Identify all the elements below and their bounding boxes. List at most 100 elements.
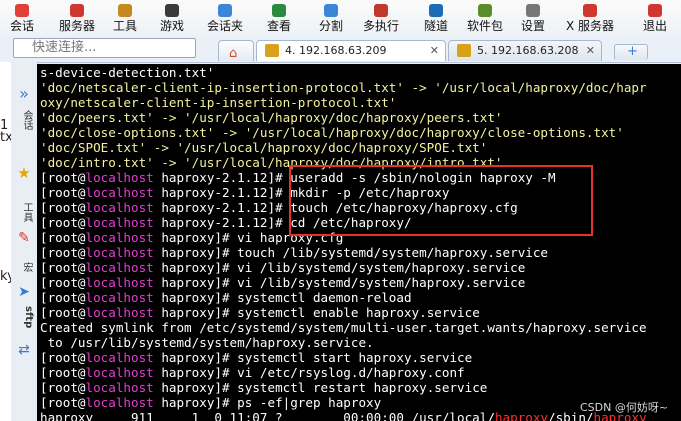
- close-icon[interactable]: ✕: [430, 41, 439, 60]
- toolbar-button-9[interactable]: 软件包: [460, 0, 510, 36]
- toolbar-button-label: 会话: [9, 19, 34, 33]
- terminal-line: [root@localhost haproxy]# vi /lib/system…: [40, 275, 525, 290]
- server-icon: [68, 2, 86, 18]
- terminal-line: 'doc/netscaler-client-ip-insertion-proto…: [40, 80, 647, 95]
- toolbar-button-label: X 服务器: [565, 19, 615, 33]
- terminal-line: Created symlink from /etc/systemd/system…: [40, 320, 647, 335]
- terminal-text-segment: [root@: [40, 230, 86, 245]
- tab-bar: 快速连接... ⌂ 4. 192.168.63.209 ✕ 5. 192.168…: [0, 36, 681, 63]
- tools-icon[interactable]: ✎: [14, 230, 34, 246]
- terminal-text-segment: 'doc/close-options.txt' -> '/usr/local/h…: [40, 125, 624, 140]
- tab-session-4[interactable]: 4. 192.168.63.209 ✕: [256, 40, 446, 61]
- toolbar-button-label: 软件包: [466, 19, 503, 33]
- terminal-text-segment: [root@: [40, 290, 86, 305]
- toolbar-button-label: 设置: [520, 19, 545, 33]
- terminal-text-segment: localhost: [85, 305, 154, 320]
- terminal-text-segment: localhost: [85, 290, 154, 305]
- terminal-text-segment: [root@: [40, 185, 86, 200]
- tab-home[interactable]: ⌂: [218, 40, 254, 61]
- exit-icon: [646, 2, 664, 18]
- session-icon: [13, 2, 31, 18]
- terminal-line: to /usr/lib/systemd/system/haproxy.servi…: [40, 335, 374, 350]
- left-edge-label: ky: [0, 269, 11, 284]
- expand-icon[interactable]: »: [14, 84, 34, 103]
- terminal-text-segment: Created symlink from /etc/systemd/system…: [40, 320, 647, 335]
- terminal-text-segment: haproxy]# ps -ef|grep haproxy: [153, 395, 382, 410]
- toolbar-button-label: 退出: [642, 19, 667, 33]
- tab-session-5-label: 5. 192.168.63.208: [477, 44, 579, 57]
- terminal-text-segment: [root@: [40, 395, 86, 410]
- terminal-text-segment: localhost: [85, 275, 154, 290]
- toolbar-button-label: 查看: [266, 19, 291, 33]
- terminal-text-segment: [root@: [40, 275, 86, 290]
- toolbar-button-label: 工具: [112, 19, 137, 33]
- packages-icon: [476, 2, 494, 18]
- terminal-line: [root@localhost haproxy]# touch /lib/sys…: [40, 245, 548, 260]
- terminal-text-segment: haproxy]# vi /etc/rsyslog.d/haproxy.conf: [153, 365, 465, 380]
- terminal-text-segment: [root@: [40, 350, 86, 365]
- toolbar-button-6[interactable]: 分割: [311, 0, 351, 36]
- terminal-text-segment: localhost: [85, 245, 154, 260]
- toolbar-button-10[interactable]: 设置: [513, 0, 553, 36]
- tab-session-4-label: 4. 192.168.63.209: [285, 44, 387, 57]
- sidebar-sftp-label: sftp: [23, 306, 34, 329]
- toolbar-button-7[interactable]: 多执行: [355, 0, 407, 36]
- terminal-text-segment: [root@: [40, 200, 86, 215]
- sidebar-sessions-tab[interactable]: 会话: [14, 110, 34, 130]
- send-icon[interactable]: ➤: [14, 284, 34, 300]
- highlight-box: [289, 165, 593, 236]
- transfer-icon[interactable]: ⇄: [14, 342, 34, 358]
- terminal-line: [root@localhost haproxy]# systemctl enab…: [40, 305, 480, 320]
- terminal-line: [root@localhost haproxy]# systemctl star…: [40, 350, 472, 365]
- terminal-line: oxy/netscaler-client-ip-insertion-protoc…: [40, 95, 396, 110]
- session-folder-icon: [216, 2, 234, 18]
- terminal-text-segment: to /usr/lib/systemd/system/haproxy.servi…: [40, 335, 374, 350]
- sidebar-tools-tab[interactable]: 工具: [14, 202, 34, 222]
- terminal-text-segment: localhost: [85, 380, 154, 395]
- terminal-text-segment: haproxy]# systemctl enable haproxy.servi…: [153, 305, 480, 320]
- toolbar-button-label: 隧道: [423, 19, 448, 33]
- gamepad-icon: [163, 2, 181, 18]
- split-icon: [322, 2, 340, 18]
- toolbar-button-label: 服务器: [58, 19, 95, 33]
- star-icon[interactable]: ★: [14, 164, 34, 182]
- terminal-line: [root@localhost haproxy]# systemctl daem…: [40, 290, 412, 305]
- terminal-tab-icon: [265, 44, 279, 57]
- sidebar-tools-label: 工具: [21, 202, 32, 222]
- toolbar-button-0[interactable]: 会话: [0, 0, 44, 36]
- terminal-text-segment: localhost: [85, 230, 154, 245]
- toolbar-button-3[interactable]: 游戏: [152, 0, 192, 36]
- terminal-line: 'doc/peers.txt' -> '/usr/local/haproxy/d…: [40, 110, 503, 125]
- sidebar-sessions-label: 会话: [21, 110, 32, 130]
- left-edge-label: txt: [0, 130, 11, 145]
- x-server-icon: [581, 2, 599, 18]
- toolbar-button-8[interactable]: 隧道: [415, 0, 457, 36]
- terminal-text-segment: haproxy]# systemctl daemon-reload: [153, 290, 412, 305]
- terminal-text-segment: localhost: [85, 170, 154, 185]
- quick-connect-input[interactable]: 快速连接...: [13, 38, 196, 58]
- terminal-text-segment: haproxy]# systemctl start haproxy.servic…: [153, 350, 473, 365]
- side-panel: » 会话 ★ 工具 ✎ 宏 ➤ sftp ⇄: [11, 62, 38, 421]
- terminal-text-segment: haproxy]# systemctl restart haproxy.serv…: [153, 380, 488, 395]
- terminal-line: 'doc/close-options.txt' -> '/usr/local/h…: [40, 125, 624, 140]
- toolbar-button-1[interactable]: 服务器: [52, 0, 102, 36]
- new-tab-button[interactable]: +: [614, 44, 648, 60]
- toolbar-button-2[interactable]: 工具: [103, 0, 147, 36]
- toolbar-button-5[interactable]: 查看: [256, 0, 302, 36]
- sidebar-macros-tab[interactable]: 宏: [14, 262, 34, 272]
- terminal-text-segment: localhost: [85, 200, 154, 215]
- terminal-text-segment: [root@: [40, 260, 86, 275]
- terminal-text-segment: localhost: [85, 350, 154, 365]
- toolbar-button-label: 分割: [318, 19, 343, 33]
- view-icon: [270, 2, 288, 18]
- toolbar-button-4[interactable]: 会话夹: [198, 0, 252, 36]
- toolbar-button-11[interactable]: X 服务器: [558, 0, 622, 36]
- terminal-text-segment: [root@: [40, 365, 86, 380]
- terminal-view[interactable]: s-device-detection.txt''doc/netscaler-cl…: [37, 64, 681, 421]
- sidebar-sftp-tab[interactable]: sftp: [14, 306, 34, 328]
- close-icon[interactable]: ✕: [586, 41, 595, 60]
- tab-session-5[interactable]: 5. 192.168.63.208 ✕: [448, 40, 602, 61]
- terminal-line: 'doc/SPOE.txt' -> '/usr/local/haproxy/do…: [40, 140, 487, 155]
- terminal-line: [root@localhost haproxy]# vi /lib/system…: [40, 260, 525, 275]
- toolbar-button-12[interactable]: 退出: [630, 0, 680, 36]
